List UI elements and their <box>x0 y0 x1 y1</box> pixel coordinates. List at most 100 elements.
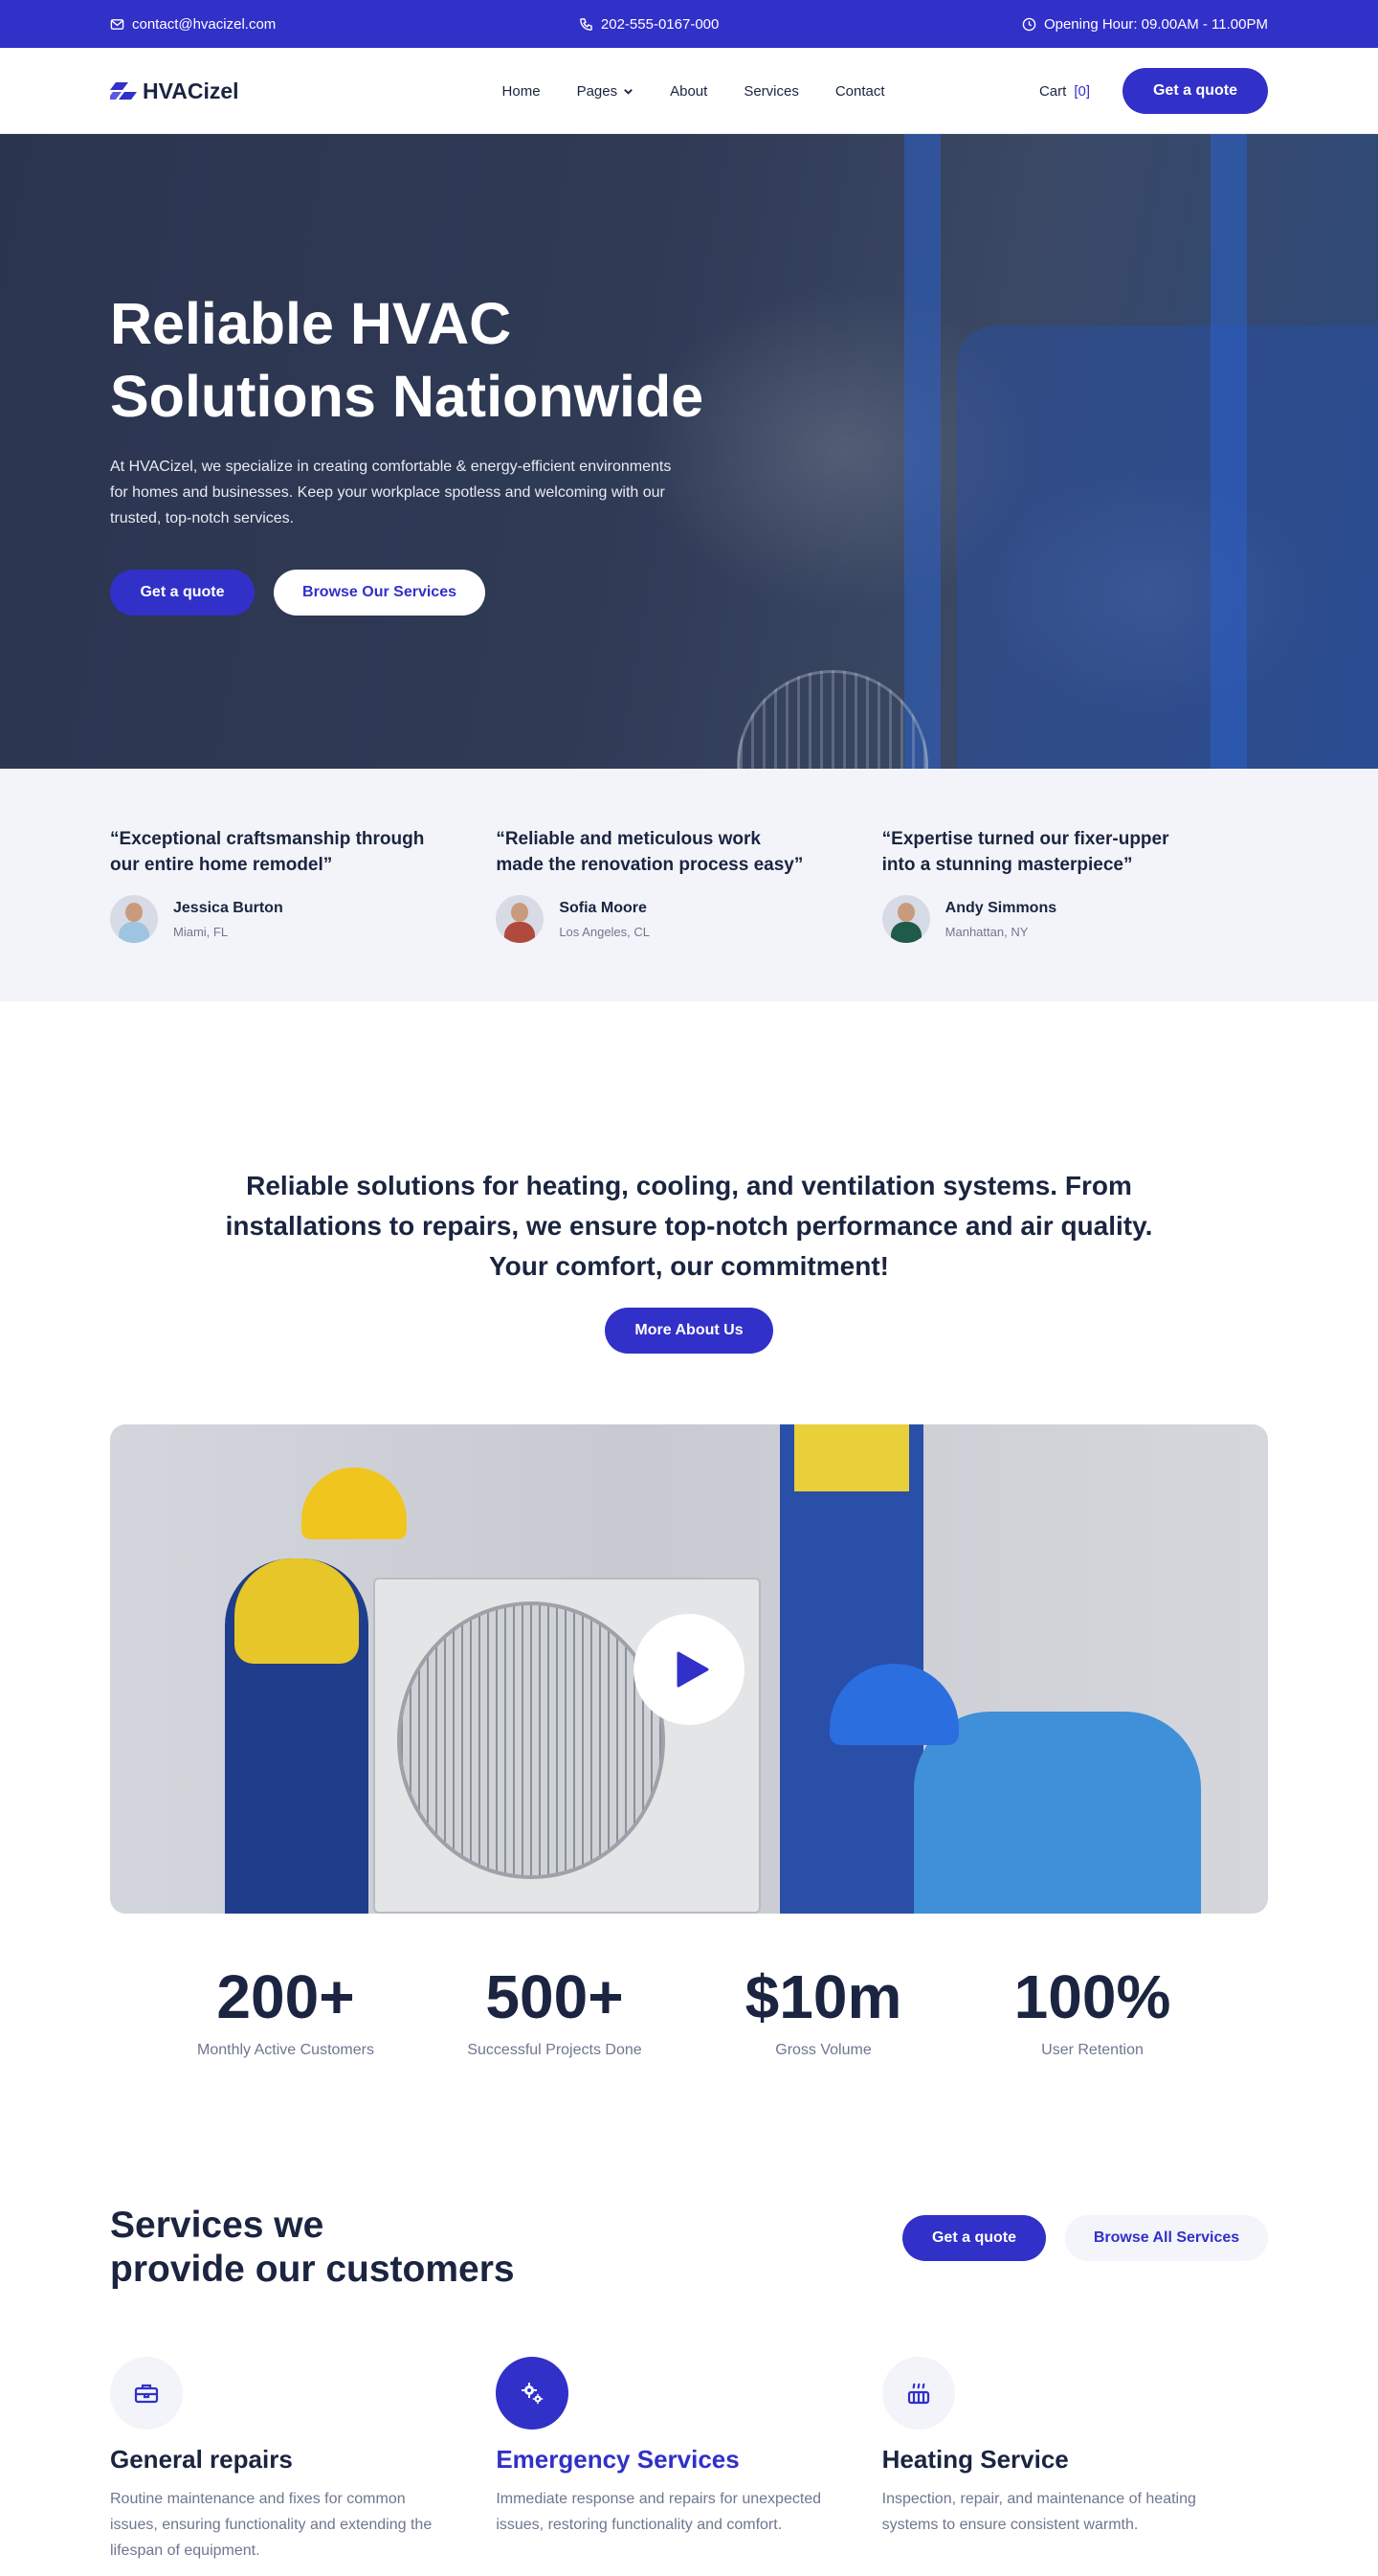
nav-link-about[interactable]: About <box>670 83 707 100</box>
services-header: Services we provide our customers Get a … <box>110 2204 1268 2292</box>
opening-hours: Opening Hour: 09.00AM - 11.00PM <box>1022 16 1268 33</box>
nav-link-home[interactable]: Home <box>502 83 541 100</box>
stat-label: Successful Projects Done <box>467 2042 642 2058</box>
hero-title-line2: Solutions Nationwide <box>110 364 704 429</box>
services-grid: General repairs Routine maintenance and … <box>110 2357 1268 2564</box>
cart-link[interactable]: Cart [0] <box>1039 83 1090 100</box>
author-info: Sofia Moore Los Angeles, CL <box>559 900 650 939</box>
stat-item: 500+ Successful Projects Done <box>420 1963 689 2059</box>
about-section: Reliable solutions for heating, cooling,… <box>0 1001 1378 1354</box>
stat-label: User Retention <box>1041 2042 1144 2058</box>
nav-link-contact[interactable]: Contact <box>835 83 885 100</box>
stat-label: Gross Volume <box>775 2042 872 2058</box>
testimonial-author: Andy Simmons Manhattan, NY <box>881 895 1268 943</box>
nav-link-services[interactable]: Services <box>744 83 799 100</box>
services-heading-line2: provide our customers <box>110 2249 515 2290</box>
service-card-general-repairs[interactable]: General repairs Routine maintenance and … <box>110 2357 496 2564</box>
stat-item: $10m Gross Volume <box>689 1963 958 2059</box>
email-text: contact@hvacizel.com <box>132 15 277 33</box>
phone-text: 202-555-0167-000 <box>600 15 720 33</box>
hero-image-strap <box>1211 134 1247 769</box>
stat-value: $10m <box>745 1962 902 2031</box>
testimonials-section: “Exceptional craftsmanship through our e… <box>0 769 1378 1001</box>
services-section: Services we provide our customers Get a … <box>110 2204 1268 2564</box>
stats-row: 200+ Monthly Active Customers 500+ Successf… <box>0 1963 1378 2059</box>
more-about-button[interactable]: More About Us <box>605 1308 773 1354</box>
avatar <box>881 895 930 943</box>
phone-icon <box>580 17 592 31</box>
nav-quote-button[interactable]: Get a quote <box>1122 68 1268 114</box>
avatar <box>496 895 545 943</box>
logo-text: HVACizel <box>143 78 239 103</box>
logo[interactable]: HVACizel <box>110 78 239 104</box>
hero-section: Reliable HVAC Solutions Nationwide At HV… <box>0 134 1378 769</box>
chevron-down-icon <box>624 88 633 95</box>
stat-value: 100% <box>1013 1962 1171 2031</box>
contact-email[interactable]: contact@hvacizel.com <box>110 16 276 33</box>
heater-icon <box>881 2357 955 2430</box>
author-name: Jessica Burton <box>173 899 283 916</box>
service-description: Routine maintenance and fixes for common… <box>110 2491 433 2559</box>
avatar-head <box>511 903 529 922</box>
service-title: General repairs <box>110 2445 293 2474</box>
author-name: Sofia Moore <box>559 899 647 916</box>
testimonial-quote: “Expertise turned our fixer-upper into a… <box>881 829 1169 875</box>
avatar <box>110 895 158 943</box>
stat-item: 200+ Monthly Active Customers <box>151 1963 420 2059</box>
gears-icon <box>496 2357 569 2430</box>
hours-text: Opening Hour: 09.00AM - 11.00PM <box>1043 15 1268 33</box>
service-description: Immediate response and repairs for unexp… <box>496 2491 822 2533</box>
avatar-body <box>890 922 922 943</box>
contact-phone[interactable]: 202-555-0167-000 <box>579 16 719 33</box>
cart-label: Cart <box>1038 82 1067 100</box>
stat-item: 100% User Retention <box>958 1963 1227 2059</box>
testimonial-card: “Reliable and meticulous work made the r… <box>496 826 881 943</box>
service-title: Heating Service <box>881 2445 1069 2474</box>
testimonial-quote: “Reliable and meticulous work made the r… <box>496 829 804 875</box>
author-location: Manhattan, NY <box>945 924 1029 939</box>
nav-menu: Home Pages About Services Contact <box>502 83 885 100</box>
video-thumbnail[interactable] <box>110 1424 1268 1914</box>
services-quote-button[interactable]: Get a quote <box>902 2215 1046 2261</box>
nav-link-pages[interactable]: Pages <box>577 83 634 100</box>
browse-all-services-button[interactable]: Browse All Services <box>1065 2215 1268 2261</box>
hero-quote-button[interactable]: Get a quote <box>110 570 255 616</box>
hero-actions: Get a quote Browse Our Services <box>110 570 722 616</box>
author-info: Andy Simmons Manhattan, NY <box>945 900 1056 939</box>
avatar-head <box>897 903 915 922</box>
hero-description: At HVACizel, we specialize in creating c… <box>110 459 672 526</box>
stat-value: 500+ <box>485 1962 624 2031</box>
stat-label: Monthly Active Customers <box>197 2042 374 2058</box>
service-card-heating[interactable]: Heating Service Inspection, repair, and … <box>881 2357 1268 2564</box>
testimonial-quote: “Exceptional craftsmanship through our e… <box>110 829 425 875</box>
service-description: Inspection, repair, and maintenance of h… <box>881 2491 1196 2533</box>
author-name: Andy Simmons <box>945 899 1057 916</box>
video-image-fan-grille <box>397 1602 665 1879</box>
top-bar: contact@hvacizel.com 202-555-0167-000 Op… <box>0 0 1378 48</box>
avatar-head <box>125 903 143 922</box>
about-heading: Reliable solutions for heating, cooling,… <box>225 1171 1153 1281</box>
testimonial-card: “Exceptional craftsmanship through our e… <box>110 826 496 943</box>
hero-image-fan <box>737 670 928 769</box>
video-image-helmet <box>301 1467 407 1539</box>
video-image-shirt <box>794 1424 909 1491</box>
cart-count: [0] <box>1074 82 1090 100</box>
browse-services-button[interactable]: Browse Our Services <box>274 570 485 616</box>
hero-title: Reliable HVAC Solutions Nationwide <box>110 287 722 433</box>
service-title: Emergency Services <box>496 2445 740 2474</box>
services-actions: Get a quote Browse All Services <box>902 2215 1268 2261</box>
avatar-body <box>119 922 149 943</box>
author-location: Miami, FL <box>173 924 229 939</box>
hero-title-line1: Reliable HVAC <box>110 291 512 356</box>
clock-icon <box>1022 17 1036 31</box>
author-info: Jessica Burton Miami, FL <box>173 900 283 939</box>
video-image-shirt <box>234 1558 359 1664</box>
testimonial-card: “Expertise turned our fixer-upper into a… <box>881 826 1268 943</box>
testimonial-author: Jessica Burton Miami, FL <box>110 895 496 943</box>
service-card-emergency[interactable]: Emergency Services Immediate response an… <box>496 2357 881 2564</box>
play-button[interactable] <box>633 1614 745 1725</box>
hero-image-apron <box>957 325 1378 769</box>
avatar-body <box>504 922 536 943</box>
toolbox-icon <box>110 2357 183 2430</box>
play-icon <box>677 1651 709 1688</box>
